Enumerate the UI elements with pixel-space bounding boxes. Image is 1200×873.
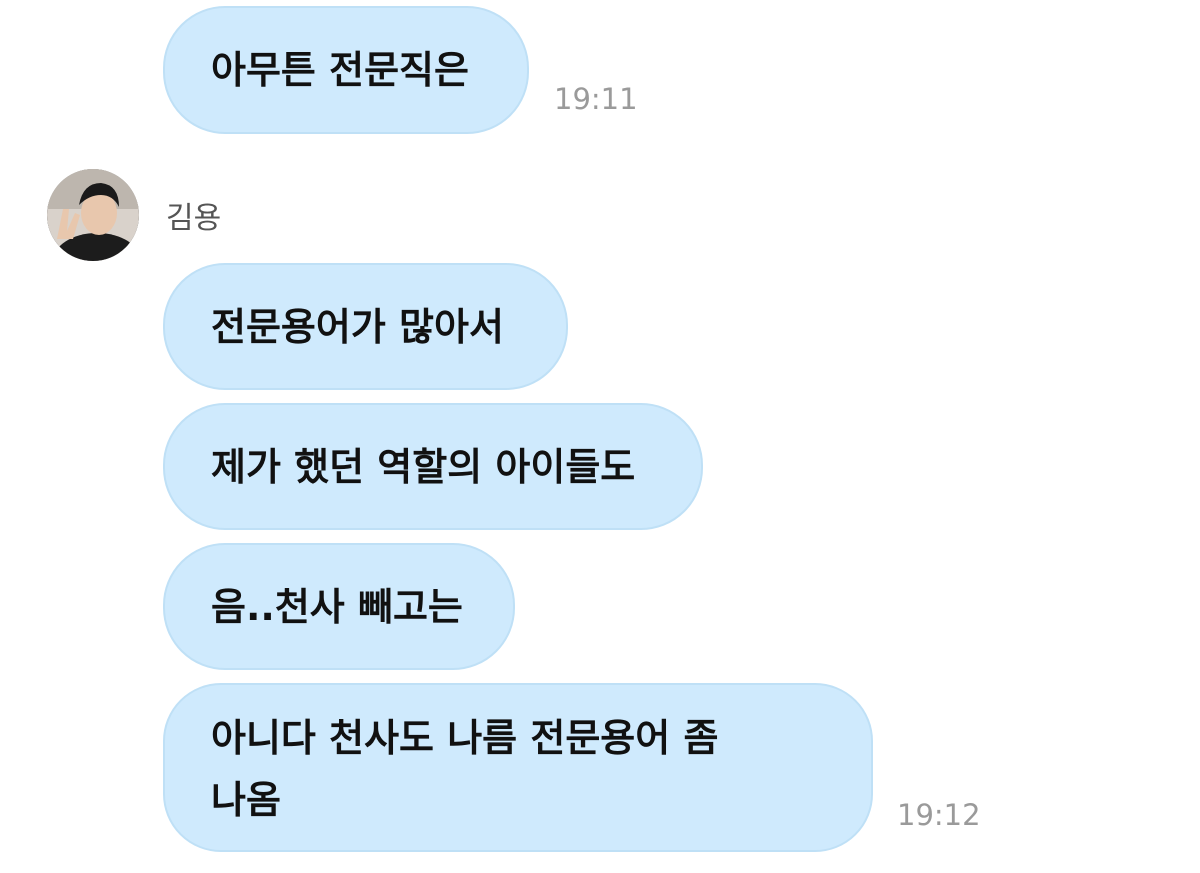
chat-thread: 아무튼 전문직은 19:11 김용 전문용어가 많아서 제가 했던 역할의 아이… — [0, 0, 1200, 873]
message-text: 제가 했던 역할의 아이들도 — [211, 444, 636, 489]
message-text: 아무튼 전문직은 — [211, 48, 469, 92]
message-timestamp: 19:12 — [897, 798, 981, 832]
message-text: 아니다 천사도 나름 전문용어 좀 나옴 — [211, 716, 719, 822]
message-bubble[interactable]: 전문용어가 많아서 — [163, 263, 568, 390]
message-text: 전문용어가 많아서 — [211, 304, 504, 349]
message-timestamp: 19:11 — [554, 82, 638, 116]
sender-name: 김용 — [166, 201, 222, 236]
message-bubble[interactable]: 제가 했던 역할의 아이들도 — [163, 403, 703, 530]
message-text: 음..천사 빼고는 — [211, 584, 463, 629]
message-bubble[interactable]: 아니다 천사도 나름 전문용어 좀 나옴 — [163, 683, 873, 852]
profile-photo-icon — [47, 169, 139, 261]
message-bubble[interactable]: 음..천사 빼고는 — [163, 543, 515, 670]
avatar[interactable] — [47, 169, 139, 261]
message-bubble[interactable]: 아무튼 전문직은 — [163, 6, 529, 134]
